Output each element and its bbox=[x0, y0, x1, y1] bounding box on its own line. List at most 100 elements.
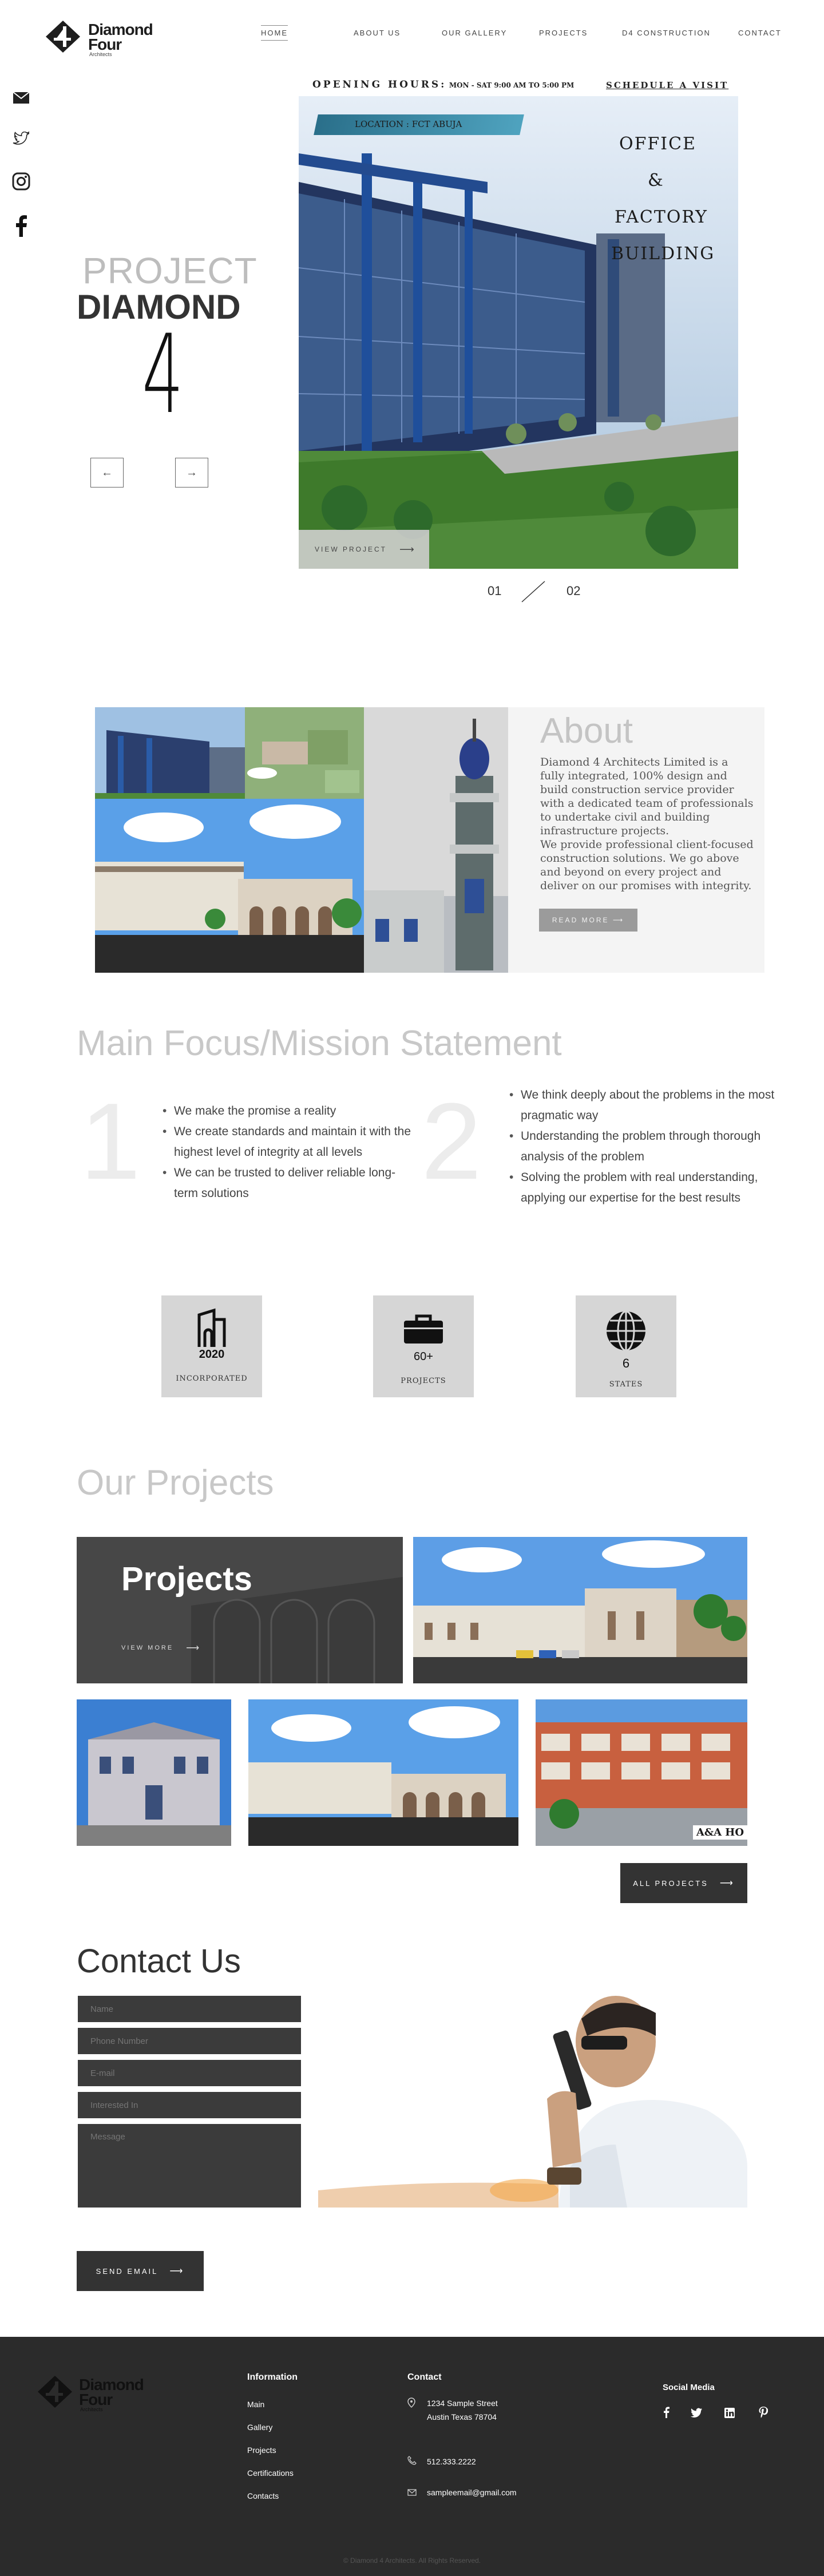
facebook-icon[interactable] bbox=[663, 2407, 670, 2418]
stat-value: 6 bbox=[622, 1356, 630, 1370]
footer-link-main[interactable]: Main bbox=[247, 2400, 264, 2409]
project-image-4[interactable]: A&A HO bbox=[536, 1699, 747, 1846]
about-title: About bbox=[540, 711, 633, 751]
stat-value: 60+ bbox=[414, 1350, 433, 1363]
contact-man-on-phone-image bbox=[318, 1996, 747, 2208]
read-more-button[interactable]: READ MORE ⟶ bbox=[539, 909, 637, 932]
project-1-illustration bbox=[413, 1537, 747, 1683]
pager-divider bbox=[521, 581, 545, 603]
project-2-illustration bbox=[77, 1699, 231, 1846]
view-more-link[interactable]: VIEW MORE ⟶ bbox=[121, 1642, 199, 1654]
schedule-visit-link[interactable]: SCHEDULE A VISIT bbox=[606, 80, 728, 90]
nav-d4-construction[interactable]: D4 CONSTRUCTION bbox=[622, 29, 711, 37]
collage-office-image bbox=[95, 707, 245, 799]
view-project-button[interactable]: VIEW PROJECT ⟶ bbox=[299, 530, 429, 569]
footer-link-projects[interactable]: Projects bbox=[247, 2446, 276, 2455]
nav-about-us[interactable]: ABOUT US bbox=[354, 29, 401, 37]
arrow-right-icon: ⟶ bbox=[719, 1879, 735, 1888]
footer-contact-title: Contact bbox=[407, 2372, 442, 2382]
project-big-number: 4 bbox=[142, 311, 184, 438]
twitter-icon[interactable] bbox=[690, 2408, 703, 2418]
projects-feature-card[interactable]: Projects VIEW MORE ⟶ bbox=[77, 1537, 403, 1683]
mission-list-2: We think deeply about the problems in th… bbox=[509, 1085, 778, 1208]
logo[interactable]: Diamond Four Architects bbox=[45, 17, 159, 57]
about-body: Diamond 4 Architects Limited is a fully … bbox=[540, 756, 754, 837]
slide-pager: 01 02 bbox=[488, 576, 585, 608]
feature-card-title: Projects bbox=[121, 1560, 252, 1598]
pinterest-icon[interactable] bbox=[759, 2407, 768, 2418]
hero-building-image: LOCATION : FCT ABUJA OFFICE & FACTORY BU… bbox=[299, 96, 738, 569]
interest-field[interactable] bbox=[78, 2092, 301, 2118]
arrow-right-icon: ⟶ bbox=[399, 543, 414, 555]
instagram-icon[interactable] bbox=[11, 172, 31, 191]
about-collage bbox=[95, 707, 508, 973]
location-pin-icon bbox=[407, 2397, 415, 2408]
project-3-illustration bbox=[248, 1699, 518, 1846]
contact-title: Contact Us bbox=[77, 1943, 241, 1980]
footer-info-title: Information bbox=[247, 2372, 298, 2382]
hero-building-illustration bbox=[299, 96, 738, 569]
footer-link-certifications[interactable]: Certifications bbox=[247, 2468, 294, 2478]
collage-mosque-image bbox=[364, 707, 508, 973]
project-image-3[interactable] bbox=[248, 1699, 518, 1846]
diamond-logo-icon bbox=[46, 21, 80, 53]
prev-slide-button[interactable]: ← bbox=[90, 458, 124, 488]
project-4-illustration bbox=[536, 1699, 747, 1846]
stat-label: INCORPORATED bbox=[176, 1374, 248, 1383]
nav-projects[interactable]: PROJECTS bbox=[539, 29, 588, 37]
caption-line-1: OFFICE bbox=[619, 134, 696, 154]
next-slide-button[interactable]: → bbox=[175, 458, 208, 488]
all-projects-button[interactable]: ALL PROJECTS ⟶ bbox=[620, 1863, 747, 1903]
arrow-right-icon: ⟶ bbox=[169, 2266, 185, 2276]
linkedin-icon[interactable] bbox=[724, 2408, 735, 2418]
nav-our-gallery[interactable]: OUR GALLERY bbox=[442, 29, 507, 37]
project-image-2[interactable] bbox=[77, 1699, 231, 1846]
project-label: PROJECT bbox=[82, 250, 258, 291]
phone-field[interactable] bbox=[78, 2028, 301, 2054]
phone-icon bbox=[407, 2456, 417, 2465]
footer: Diamond Four Architects Information Main… bbox=[0, 2337, 824, 2576]
mission-item: We make the promise a reality bbox=[163, 1101, 414, 1121]
mission-item: Solving the problem with real understand… bbox=[509, 1167, 778, 1208]
caption-line-4: BUILDING bbox=[611, 244, 715, 264]
mail-icon[interactable] bbox=[11, 88, 31, 108]
mission-item: We create standards and maintain it with… bbox=[163, 1121, 414, 1163]
stat-projects: 60+ PROJECTS bbox=[373, 1295, 474, 1397]
pager-total: 02 bbox=[566, 584, 581, 598]
feature-card-bg bbox=[77, 1537, 403, 1683]
nav-home[interactable]: HOME bbox=[261, 25, 288, 41]
about-body-2: We provide professional client-focused c… bbox=[540, 838, 754, 892]
footer-address-2: Austin Texas 78704 bbox=[427, 2412, 497, 2422]
footer-brand-tagline: Architects bbox=[80, 2407, 103, 2412]
twitter-icon[interactable] bbox=[11, 129, 31, 149]
facebook-icon[interactable] bbox=[11, 215, 31, 237]
footer-link-contacts[interactable]: Contacts bbox=[247, 2491, 279, 2500]
footer-phone[interactable]: 512.333.2222 bbox=[427, 2457, 476, 2466]
name-field[interactable] bbox=[78, 1996, 301, 2022]
message-field[interactable] bbox=[78, 2124, 301, 2208]
footer-logo[interactable]: Diamond Four Architects bbox=[37, 2371, 151, 2417]
project-image-1[interactable] bbox=[413, 1537, 747, 1683]
send-email-label: SEND EMAIL bbox=[96, 2266, 159, 2276]
mission-number-1: 1 bbox=[80, 1081, 141, 1202]
about-panel: About Diamond 4 Architects Limited is a … bbox=[508, 707, 764, 973]
send-email-button[interactable]: SEND EMAIL ⟶ bbox=[77, 2251, 204, 2291]
caption-line-2: & bbox=[648, 171, 663, 191]
nav-contact[interactable]: CONTACT bbox=[738, 29, 782, 37]
footer-email[interactable]: sampleemail@gmail.com bbox=[427, 2488, 517, 2497]
footer-link-gallery[interactable]: Gallery bbox=[247, 2423, 272, 2432]
view-more-label: VIEW MORE bbox=[121, 1644, 174, 1651]
view-project-label: VIEW PROJECT bbox=[315, 545, 387, 553]
envelope-icon bbox=[407, 2489, 417, 2496]
stat-label: PROJECTS bbox=[401, 1377, 446, 1385]
email-field[interactable] bbox=[78, 2060, 301, 2086]
mission-item: We think deeply about the problems in th… bbox=[509, 1085, 778, 1126]
hours-value: MON - SAT 9:00 AM TO 5:00 PM bbox=[449, 81, 575, 89]
projects-title: Our Projects bbox=[77, 1463, 274, 1503]
hours-label: OPENING HOURS: bbox=[312, 79, 447, 90]
footer-social-title: Social Media bbox=[663, 2383, 715, 2392]
mission-list-1: We make the promise a reality We create … bbox=[163, 1101, 414, 1204]
mission-item: Understanding the problem through thorou… bbox=[509, 1126, 778, 1167]
briefcase-icon bbox=[404, 1314, 443, 1344]
location-banner-text: LOCATION : FCT ABUJA bbox=[355, 119, 462, 129]
